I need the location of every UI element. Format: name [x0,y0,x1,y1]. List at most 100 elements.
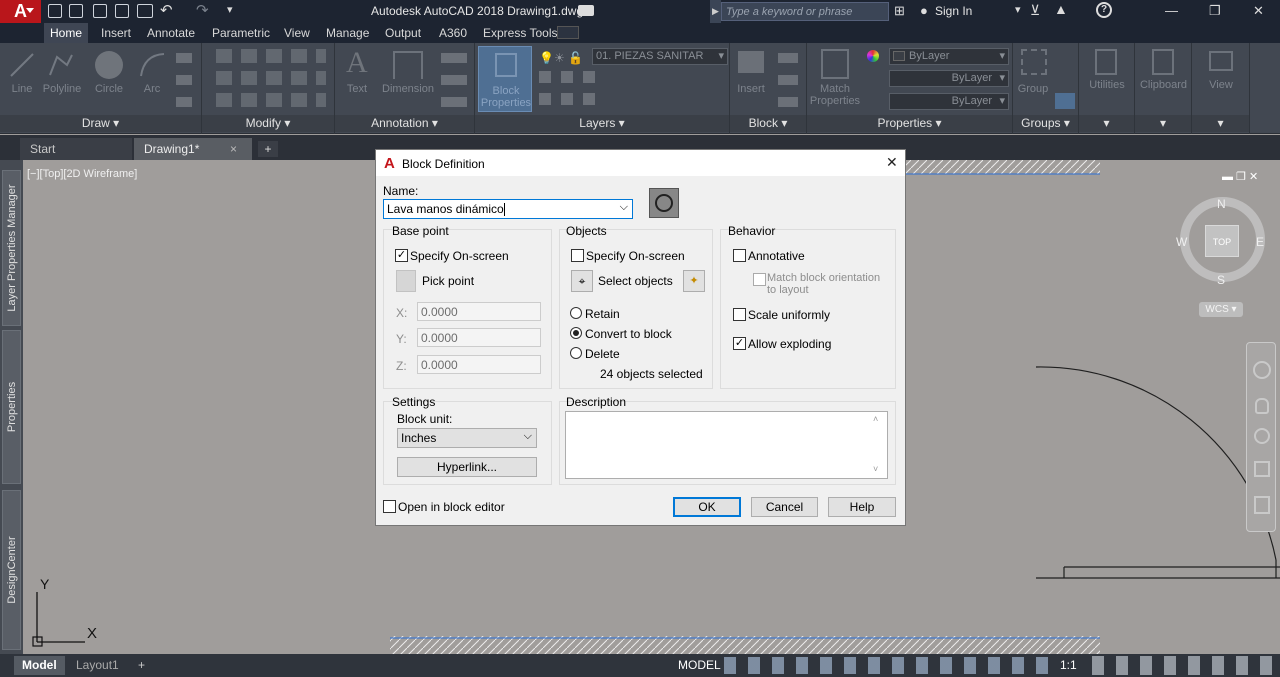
qat-customize-icon[interactable]: ▾ [227,3,233,16]
tab-a360[interactable]: A360 [433,23,473,43]
properties-panel-label[interactable]: Properties ▾ [807,115,1012,132]
annotation-panel-label[interactable]: Annotation ▾ [335,115,474,132]
allow-exploding-checkbox[interactable]: ✓ [733,337,746,350]
viewport-controls-label[interactable]: [−][Top][2D Wireframe] [27,168,137,180]
annotation-scale[interactable]: 1:1 [1052,656,1085,675]
open-file-icon[interactable] [69,4,83,18]
model-space-toggle[interactable]: MODEL [670,656,729,675]
description-scroll-down-icon[interactable]: ˅ [873,464,878,474]
pick-point-label[interactable]: Pick point [422,274,474,288]
line-icon[interactable] [8,51,36,79]
tab-start[interactable]: Start [20,138,132,160]
view-expand[interactable]: ▾ [1192,115,1249,132]
dimension-icon[interactable] [393,51,423,79]
group-selection-toggle[interactable] [1055,93,1075,109]
name-dropdown-icon[interactable]: ⌵ [620,201,628,214]
color-wheel-icon[interactable] [867,50,879,62]
annotation-small-tools[interactable] [441,53,467,109]
viewport-window-controls[interactable]: ▬ ❐ ✕ [1222,170,1258,183]
block-panel-label[interactable]: Block ▾ [730,115,806,132]
pick-point-icon[interactable] [396,270,416,292]
color-dropdown[interactable]: ByLayer ▾ [889,48,1009,65]
cart-icon[interactable]: ⊻ [1030,2,1040,19]
close-tab-icon[interactable]: × [230,138,237,160]
convert-radio[interactable] [570,327,582,339]
layer-state-icons[interactable]: 💡☀ 🔓 [539,51,583,65]
draw-small-tools[interactable] [176,53,192,109]
utilities-expand[interactable]: ▾ [1079,115,1134,132]
polyline-icon[interactable] [47,51,75,79]
wcs-dropdown[interactable]: WCS ▾ [1199,302,1243,317]
autocad-logo-button[interactable]: A [0,0,41,23]
compass-west[interactable]: W [1176,235,1187,249]
block-name-combo[interactable]: Lava manos dinámico ⌵ [383,199,633,219]
tab-annotate[interactable]: Annotate [141,23,201,43]
help-button[interactable]: Help [828,497,896,517]
layer-dropdown[interactable]: 01. PIEZAS SANITAR ▾ [592,48,728,65]
linetype-dropdown[interactable]: ByLayer ▾ [889,70,1009,87]
circle-icon[interactable] [95,51,123,79]
scale-uniformly-checkbox[interactable] [733,308,746,321]
layers-panel-label[interactable]: Layers ▾ [475,115,729,132]
cancel-button[interactable]: Cancel [751,497,818,517]
layout1-tab[interactable]: Layout1 [68,656,127,675]
drafting-aids-icons[interactable] [724,657,1054,674]
modify-tools-grid[interactable] [216,49,326,111]
share-icon[interactable] [578,5,594,16]
select-objects-label[interactable]: Select objects [598,274,673,288]
annotative-checkbox[interactable] [733,249,746,262]
open-in-editor-checkbox[interactable] [383,500,396,513]
sign-in-button[interactable]: Sign In [935,4,972,18]
block-properties-button[interactable]: Block Properties [478,46,532,112]
zoom-icon[interactable] [1254,428,1270,444]
y-input[interactable]: 0.0000 [417,328,541,347]
draw-panel-label[interactable]: Draw ▾ [0,115,201,132]
base-specify-checkbox[interactable]: ✓ [395,249,408,262]
delete-radio[interactable] [570,347,582,359]
add-layout-button[interactable]: + [130,656,153,675]
utilities-icon[interactable] [1095,49,1117,75]
tab-express-tools[interactable]: Express Tools [477,23,563,43]
description-textarea[interactable] [565,411,888,479]
search-expand-icon[interactable]: ▶ [710,0,721,23]
steering-wheel-icon[interactable] [1253,361,1271,379]
minimize-icon[interactable]: — [1165,3,1178,18]
new-tab-button[interactable]: + [258,141,278,157]
viewcube-top-face[interactable]: TOP [1205,225,1239,257]
tab-parametric[interactable]: Parametric [206,23,276,43]
z-input[interactable]: 0.0000 [417,355,541,374]
save-as-icon[interactable] [115,4,129,18]
clipboard-icon[interactable] [1152,49,1174,75]
tab-view[interactable]: View [278,23,316,43]
search-input[interactable]: Type a keyword or phrase [721,2,889,21]
redo-icon[interactable]: ↷ [196,1,209,19]
objects-specify-checkbox[interactable] [571,249,584,262]
sign-in-dropdown-icon[interactable]: ▾ [1015,3,1021,16]
layer-properties-manager-tab[interactable]: Layer Properties Manager [2,170,21,326]
new-file-icon[interactable] [48,4,62,18]
match-orientation-checkbox[interactable] [753,273,766,286]
save-icon[interactable] [93,4,107,18]
block-unit-select[interactable]: Inches ⌵ [397,428,537,448]
quick-select-icon[interactable]: ✦ [683,270,705,292]
x-input[interactable]: 0.0000 [417,302,541,321]
group-icon[interactable] [1021,49,1047,75]
plot-icon[interactable] [137,4,153,18]
pan-icon[interactable] [1255,398,1269,414]
tab-drawing1[interactable]: Drawing1* × [134,138,252,160]
view-icon[interactable] [1209,51,1233,71]
restore-icon[interactable]: ❐ [1209,3,1221,19]
match-properties-icon[interactable] [821,49,849,79]
a360-icon[interactable]: ▲ [1054,1,1068,17]
tab-insert[interactable]: Insert [95,23,137,43]
help-icon[interactable]: ? [1096,2,1112,18]
description-scroll-up-icon[interactable]: ˄ [873,414,878,424]
model-layout-tab[interactable]: Model [14,656,65,675]
clipboard-expand[interactable]: ▾ [1135,115,1191,132]
binoculars-icon[interactable]: ⊞ [894,3,905,19]
text-tool-icon[interactable]: A [346,46,368,80]
compass-north[interactable]: N [1217,197,1226,211]
dialog-close-icon[interactable]: ✕ [886,154,898,171]
ribbon-display-toggle[interactable] [557,26,579,39]
undo-icon[interactable]: ↶ [160,1,173,19]
